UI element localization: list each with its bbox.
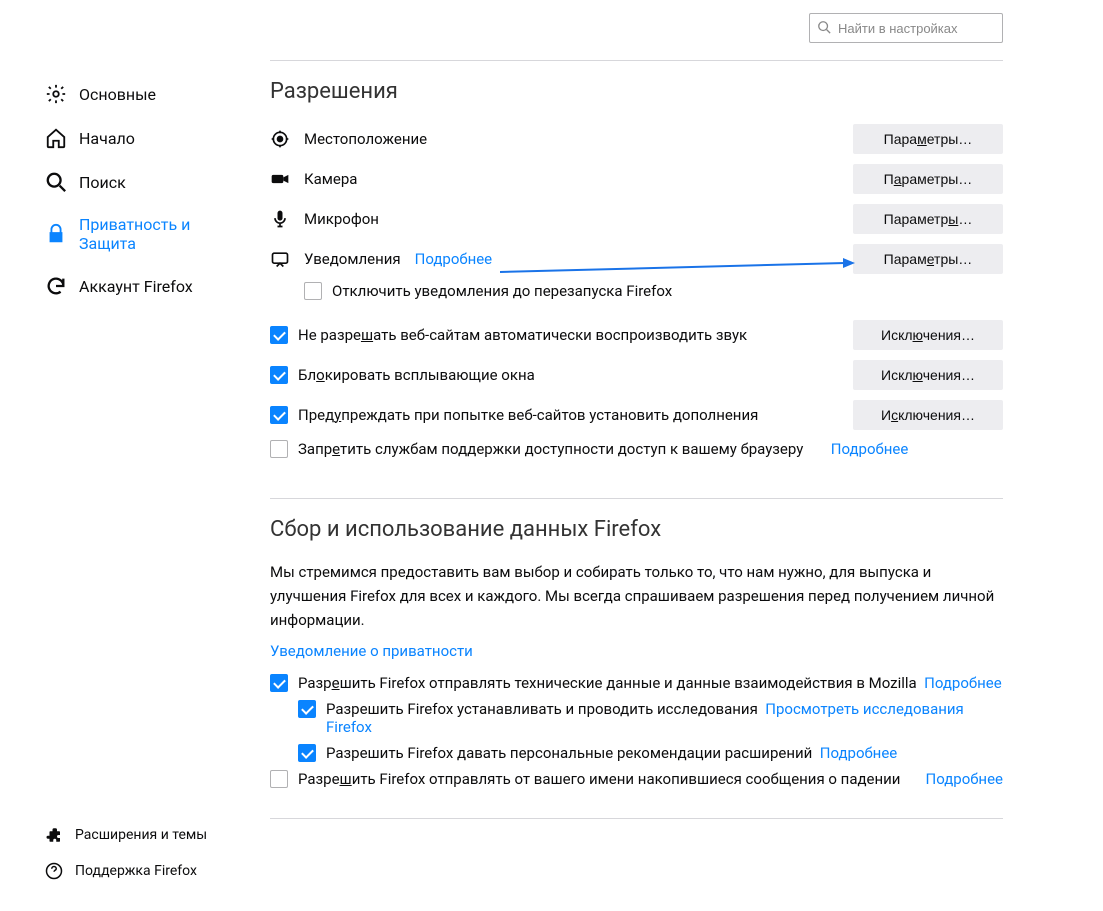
sidebar-item-home[interactable]: Начало [45, 116, 250, 160]
help-icon [45, 862, 63, 880]
microphone-icon [270, 209, 290, 229]
block-autoplay-checkbox[interactable] [270, 326, 288, 344]
location-icon [270, 129, 290, 149]
block-autoplay-label: Не разрешать веб-сайтам автоматически во… [298, 326, 747, 344]
permissions-title: Разрешения [270, 79, 1003, 104]
crash-learn-more-link[interactable]: Подробнее [926, 770, 1004, 788]
crash-reports-checkbox[interactable] [270, 770, 288, 788]
main-content: Разрешения Местоположение Параметры… Кам… [250, 0, 1103, 911]
recommendations-row: Разрешить Firefox давать персональные ре… [298, 744, 1003, 762]
sidebar-item-label: Поиск [79, 173, 126, 192]
location-settings-button[interactable]: Параметры… [853, 124, 1003, 154]
puzzle-icon [45, 826, 63, 844]
notifications-settings-button[interactable]: Параметры… [853, 244, 1003, 274]
lock-icon [45, 223, 67, 245]
gear-icon [45, 83, 67, 105]
search-input[interactable] [809, 13, 1003, 43]
telemetry-row: Разрешить Firefox отправлять технические… [270, 674, 1003, 692]
sync-icon [45, 275, 67, 297]
camera-settings-button[interactable]: Параметры… [853, 164, 1003, 194]
sidebar-item-general[interactable]: Основные [45, 72, 250, 116]
sidebar-item-account[interactable]: Аккаунт Firefox [45, 264, 250, 308]
data-collection-title: Сбор и использование данных Firefox [270, 517, 1003, 542]
a11y-learn-more-link[interactable]: Подробнее [831, 440, 909, 458]
divider [270, 498, 1003, 499]
location-label: Местоположение [304, 130, 427, 148]
divider [270, 60, 1003, 61]
sidebar-item-search[interactable]: Поиск [45, 160, 250, 204]
block-autoplay-row: Не разрешать веб-сайтам автоматически во… [270, 320, 1003, 350]
camera-icon [270, 169, 290, 189]
permission-microphone: Микрофон Параметры… [270, 202, 1003, 236]
data-collection-desc: Мы стремимся предоставить вам выбор и со… [270, 560, 1003, 632]
sidebar-item-label: Начало [79, 129, 135, 148]
telemetry-label: Разрешить Firefox отправлять технические… [298, 674, 917, 692]
autoplay-exceptions-button[interactable]: Исключения… [853, 320, 1003, 350]
sidebar-item-privacy[interactable]: Приватность и Защита [45, 204, 250, 264]
disable-notifications-label: Отключить уведомления до перезапуска Fir… [332, 282, 672, 300]
recommendations-checkbox[interactable] [298, 744, 316, 762]
notifications-label: Уведомления [304, 250, 401, 268]
block-popups-checkbox[interactable] [270, 366, 288, 384]
sidebar-item-extensions[interactable]: Расширения и темы [45, 817, 250, 853]
crash-reports-label: Разрешить Firefox отправлять от вашего и… [298, 770, 900, 788]
home-icon [45, 127, 67, 149]
recommendations-label: Разрешить Firefox давать персональные ре… [326, 744, 812, 762]
block-a11y-label: Запретить службам поддержки доступности … [298, 440, 803, 458]
sidebar-item-label: Приватность и Защита [79, 215, 250, 253]
sidebar-item-label: Аккаунт Firefox [79, 277, 193, 296]
telemetry-checkbox[interactable] [270, 674, 288, 692]
disable-notifications-row: Отключить уведомления до перезапуска Fir… [304, 282, 1003, 300]
block-popups-row: Блокировать всплывающие окна Исключения… [270, 360, 1003, 390]
block-a11y-row: Запретить службам поддержки доступности … [270, 440, 1003, 458]
microphone-label: Микрофон [304, 210, 379, 228]
studies-label: Разрешить Firefox устанавливать и провод… [326, 700, 758, 718]
camera-label: Камера [304, 170, 357, 188]
warn-addon-row: Предупреждать при попытке веб-сайтов уст… [270, 400, 1003, 430]
telemetry-learn-more-link[interactable]: Подробнее [924, 674, 1002, 692]
notifications-icon [270, 249, 290, 269]
microphone-settings-button[interactable]: Параметры… [853, 204, 1003, 234]
permission-notifications: Уведомления Подробнее Параметры… [270, 242, 1003, 276]
disable-notifications-checkbox[interactable] [304, 282, 322, 300]
notifications-learn-more-link[interactable]: Подробнее [415, 250, 493, 268]
sidebar-item-label: Расширения и темы [75, 827, 207, 843]
permission-camera: Камера Параметры… [270, 162, 1003, 196]
sidebar-item-label: Основные [79, 85, 156, 104]
popups-exceptions-button[interactable]: Исключения… [853, 360, 1003, 390]
sidebar: Основные Начало Поиск Приватность и Защи… [0, 0, 250, 911]
search-icon [817, 20, 831, 34]
crash-reports-row: Разрешить Firefox отправлять от вашего и… [270, 770, 1003, 788]
sidebar-item-label: Поддержка Firefox [75, 863, 197, 879]
block-popups-label: Блокировать всплывающие окна [298, 366, 535, 384]
studies-checkbox[interactable] [298, 700, 316, 718]
studies-row: Разрешить Firefox устанавливать и провод… [298, 700, 1003, 736]
addon-exceptions-button[interactable]: Исключения… [853, 400, 1003, 430]
recommendations-learn-more-link[interactable]: Подробнее [820, 744, 898, 762]
settings-search[interactable] [809, 13, 1003, 43]
permission-location: Местоположение Параметры… [270, 122, 1003, 156]
block-a11y-checkbox[interactable] [270, 440, 288, 458]
sidebar-item-support[interactable]: Поддержка Firefox [45, 853, 250, 889]
search-icon [45, 171, 67, 193]
divider [270, 818, 1003, 819]
privacy-notice-link[interactable]: Уведомление о приватности [270, 642, 473, 660]
warn-addon-checkbox[interactable] [270, 406, 288, 424]
warn-addon-label: Предупреждать при попытке веб-сайтов уст… [298, 406, 758, 424]
